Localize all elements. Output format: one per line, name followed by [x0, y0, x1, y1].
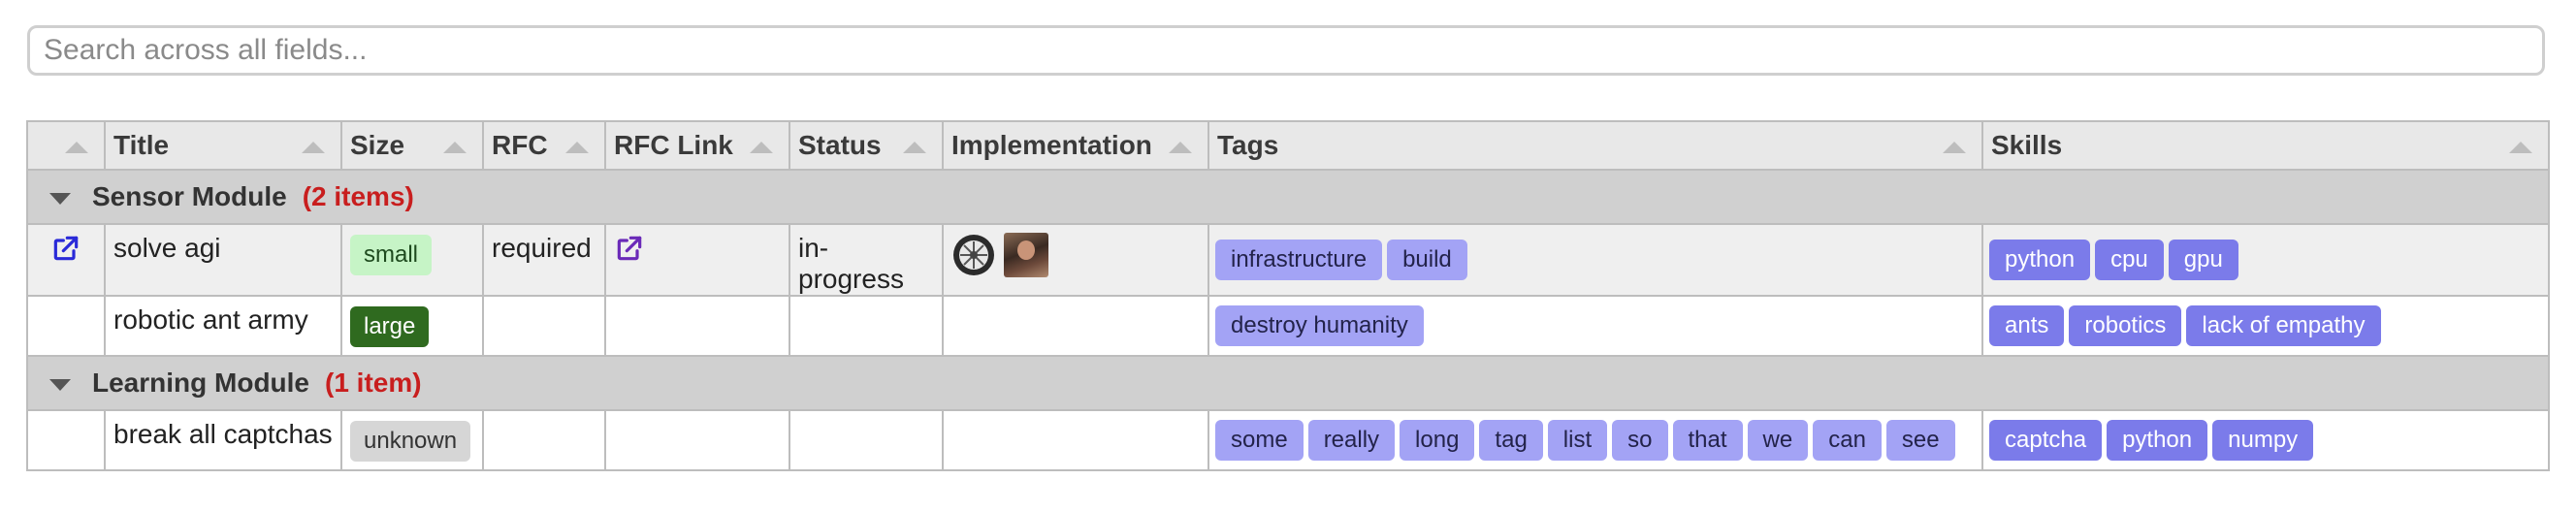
- skills-cell: ants robotics lack of empathy: [1981, 295, 2550, 357]
- column-header-implementation[interactable]: Implementation: [942, 120, 1209, 171]
- group-count: (1 item): [325, 368, 422, 398]
- size-cell: unknown: [340, 409, 484, 471]
- group-row-sensor-module[interactable]: Sensor Module (2 items): [26, 169, 2550, 225]
- rfc-cell: [482, 295, 606, 357]
- size-cell: large: [340, 295, 484, 357]
- header-row: Title Size RFC RFC Link Status Implement…: [26, 120, 2550, 171]
- skill-chip[interactable]: python: [2107, 420, 2208, 461]
- size-badge: large: [350, 306, 430, 347]
- table-row[interactable]: solve agi small required in-progress inf…: [26, 223, 2550, 297]
- tag-chip[interactable]: see: [1885, 420, 1955, 461]
- implementation-cell: [942, 295, 1209, 357]
- sort-icon[interactable]: [302, 142, 325, 153]
- rfc-link-cell[interactable]: [604, 223, 790, 297]
- status-cell: [789, 295, 944, 357]
- skill-chip[interactable]: python: [1989, 240, 2091, 280]
- skill-chip[interactable]: numpy: [2212, 420, 2314, 461]
- row-open-cell[interactable]: [26, 223, 106, 297]
- group-header[interactable]: Sensor Module (2 items): [26, 169, 2550, 225]
- sort-icon[interactable]: [1943, 142, 1966, 153]
- wheel-icon: [951, 233, 996, 277]
- column-header-status[interactable]: Status: [789, 120, 944, 171]
- column-header-tags[interactable]: Tags: [1208, 120, 1983, 171]
- tag-chip[interactable]: some: [1215, 420, 1304, 461]
- external-link-icon[interactable]: [50, 233, 81, 264]
- sort-icon[interactable]: [2509, 142, 2532, 153]
- skill-chip[interactable]: ants: [1989, 305, 2065, 346]
- column-header-skills[interactable]: Skills: [1981, 120, 2550, 171]
- sort-icon[interactable]: [903, 142, 926, 153]
- tags-cell: some really long tag list so that we can see: [1208, 409, 1983, 471]
- data-table: Title Size RFC RFC Link Status Implement…: [26, 120, 2550, 471]
- title-cell: break all captchas: [104, 409, 342, 471]
- skill-chip[interactable]: gpu: [2168, 240, 2238, 280]
- group-label: Sensor Module: [92, 181, 287, 211]
- sort-icon[interactable]: [1169, 142, 1192, 153]
- row-open-cell: [26, 295, 106, 357]
- implementation-cell: [942, 409, 1209, 471]
- table-row[interactable]: break all captchas unknown some really lon…: [26, 409, 2550, 471]
- tag-chip[interactable]: can: [1813, 420, 1882, 461]
- tag-chip[interactable]: destroy humanity: [1215, 305, 1424, 346]
- skill-chip[interactable]: lack of empathy: [2186, 305, 2381, 346]
- size-badge: unknown: [350, 421, 471, 462]
- group-label: Learning Module: [92, 368, 309, 398]
- status-cell: [789, 409, 944, 471]
- group-count: (2 items): [302, 181, 414, 211]
- caret-down-icon[interactable]: [49, 192, 71, 205]
- rfc-cell: required: [482, 223, 606, 297]
- tags-cell: infrastructure build: [1208, 223, 1983, 297]
- search-input[interactable]: [27, 25, 2545, 76]
- column-header-rfc-link[interactable]: RFC Link: [604, 120, 790, 171]
- rfc-link-cell: [604, 409, 790, 471]
- sort-icon[interactable]: [65, 142, 88, 153]
- avatar: [1004, 233, 1048, 277]
- tag-chip[interactable]: we: [1747, 420, 1809, 461]
- tags-cell: destroy humanity: [1208, 295, 1983, 357]
- skill-chip[interactable]: captcha: [1989, 420, 2103, 461]
- group-row-learning-module[interactable]: Learning Module (1 item): [26, 355, 2550, 411]
- size-badge: small: [350, 235, 433, 275]
- rfc-cell: [482, 409, 606, 471]
- tag-chip[interactable]: list: [1547, 420, 1608, 461]
- rfc-link-cell: [604, 295, 790, 357]
- column-header-expand[interactable]: [26, 120, 106, 171]
- group-header[interactable]: Learning Module (1 item): [26, 355, 2550, 411]
- tag-chip[interactable]: infrastructure: [1215, 240, 1383, 280]
- title-cell: solve agi: [104, 223, 342, 297]
- caret-down-icon[interactable]: [49, 378, 71, 391]
- skill-chip[interactable]: cpu: [2095, 240, 2164, 280]
- tag-chip[interactable]: tag: [1479, 420, 1543, 461]
- skills-cell: captcha python numpy: [1981, 409, 2550, 471]
- skills-cell: python cpu gpu: [1981, 223, 2550, 297]
- external-link-icon[interactable]: [614, 233, 645, 264]
- skill-chip[interactable]: robotics: [2069, 305, 2182, 346]
- column-header-rfc[interactable]: RFC: [482, 120, 606, 171]
- tag-chip[interactable]: that: [1672, 420, 1743, 461]
- tag-chip[interactable]: really: [1307, 420, 1396, 461]
- row-open-cell: [26, 409, 106, 471]
- column-header-title[interactable]: Title: [104, 120, 342, 171]
- sort-icon[interactable]: [750, 142, 773, 153]
- size-cell: small: [340, 223, 484, 297]
- title-cell: robotic ant army: [104, 295, 342, 357]
- status-cell: in-progress: [789, 223, 944, 297]
- table-row[interactable]: robotic ant army large destroy humanity …: [26, 295, 2550, 357]
- implementation-cell: [942, 223, 1209, 297]
- tag-chip[interactable]: build: [1387, 240, 1467, 280]
- sort-icon[interactable]: [565, 142, 589, 153]
- tag-chip[interactable]: so: [1612, 420, 1668, 461]
- column-header-size[interactable]: Size: [340, 120, 484, 171]
- sort-icon[interactable]: [443, 142, 467, 153]
- tag-chip[interactable]: long: [1400, 420, 1475, 461]
